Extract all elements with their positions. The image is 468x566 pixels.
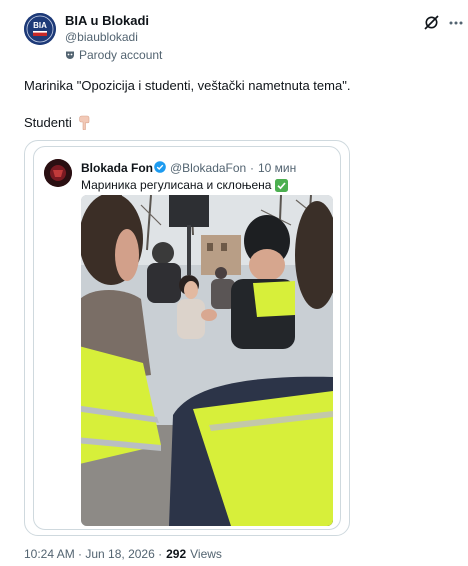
quoted-author-avatar[interactable]: [44, 159, 72, 187]
quoted-text-content: Мариника регулисана и склоњена: [81, 178, 272, 192]
quoted-time[interactable]: 10 мин: [258, 161, 296, 175]
parody-label: Parody account: [65, 48, 162, 62]
quoted-photo[interactable]: [81, 195, 333, 526]
post-text-line-2-text: Studenti: [24, 115, 72, 130]
more-dots-icon[interactable]: [449, 21, 463, 25]
post-text-line-2: Studenti: [24, 115, 92, 130]
quoted-text: Мариника регулисана и склоњена: [81, 178, 289, 192]
quoted-display-name[interactable]: Blokada Fon: [81, 161, 153, 175]
pointing-down-hand-icon: [79, 115, 90, 130]
parody-label-text: Parody account: [79, 48, 163, 62]
author-avatar[interactable]: BIA: [24, 13, 56, 45]
blokada-fon-logo-icon: [44, 159, 72, 187]
post: BIA BIA u Blokadi @biaublokadi Parody ac…: [0, 0, 468, 566]
author-handle[interactable]: @biaublokadi: [65, 30, 138, 44]
verified-badge-icon: [154, 161, 166, 173]
views-label: Views: [190, 547, 222, 561]
author-display-name[interactable]: BIA u Blokadi: [65, 13, 149, 28]
post-footer: 10:24 AM · Jun 18, 2026 · 292 Views: [24, 547, 222, 561]
post-timestamp[interactable]: 10:24 AM · Jun 18, 2026 ·: [24, 547, 162, 561]
bia-logo-icon: BIA: [24, 13, 56, 45]
quoted-separator: ·: [250, 161, 254, 175]
views-count: 292: [166, 547, 187, 561]
protest-photo: [81, 195, 333, 526]
grok-icon[interactable]: [423, 14, 440, 31]
quoted-post-inner[interactable]: Blokada Fon @BlokadaFon · 10 мин Мариник…: [33, 146, 341, 530]
check-mark-button-icon: [275, 178, 289, 192]
parody-mask-icon: [66, 51, 74, 59]
quoted-handle[interactable]: @BlokadaFon: [170, 161, 246, 175]
avatar-text: BIA: [33, 21, 47, 30]
post-text-line-1: Marinika "Opozicija i studenti, veštački…: [24, 78, 351, 93]
quoted-post[interactable]: Blokada Fon @BlokadaFon · 10 мин Мариник…: [24, 140, 350, 536]
